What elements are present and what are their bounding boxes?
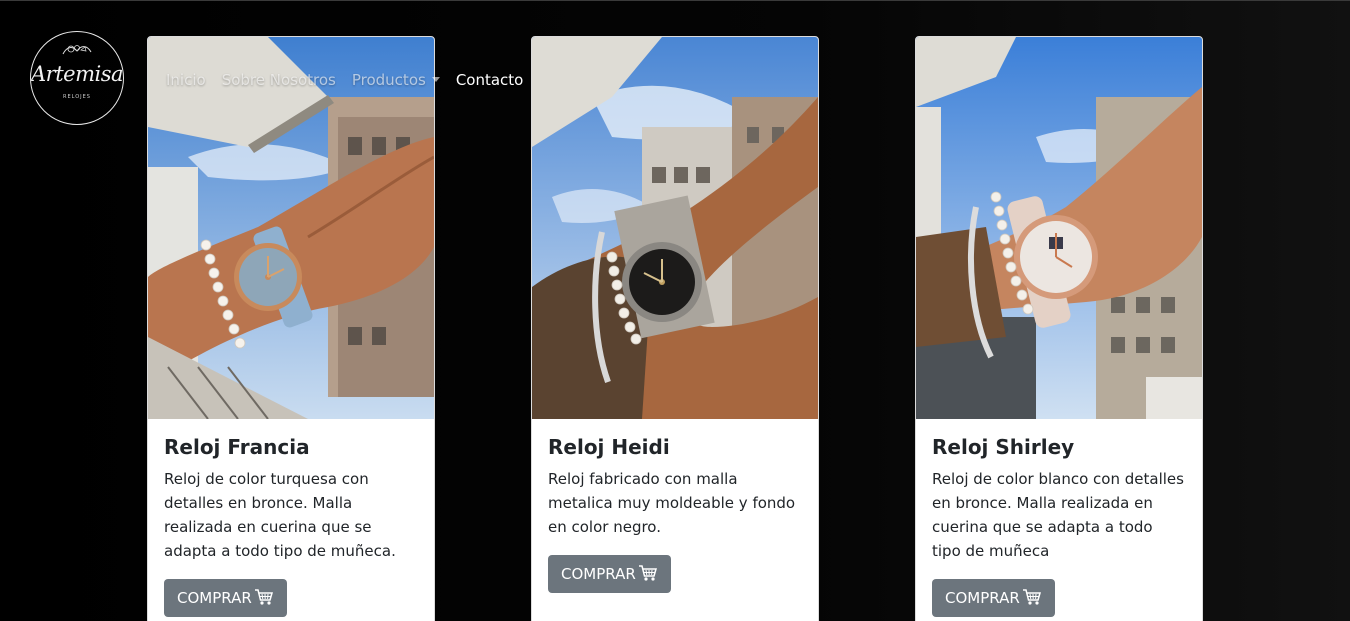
product-card: Reloj Shirley Reloj de color blanco con … [915, 36, 1203, 621]
nav-link-inicio[interactable]: Inicio [158, 71, 214, 89]
buy-button-label: COMPRAR [561, 565, 636, 583]
nav-link-contacto[interactable]: Contacto [448, 71, 532, 89]
product-description: Reloj fabricado con malla metalica muy m… [548, 470, 796, 536]
caret-down-icon [431, 77, 440, 82]
cart-icon [254, 589, 273, 605]
buy-button-label: COMPRAR [945, 589, 1020, 607]
product-image [148, 37, 434, 419]
brand-name: Artemisa [31, 62, 123, 86]
product-image [532, 37, 818, 419]
nav-dropdown-productos[interactable]: Productos [344, 71, 448, 89]
product-title: Reloj Heidi [548, 435, 670, 459]
product-description: Reloj de color turquesa con detalles en … [164, 470, 396, 560]
product-description: Reloj de color blanco con detalles en br… [932, 470, 1184, 560]
product-title: Reloj Francia [164, 435, 310, 459]
product-card: Reloj Francia Reloj de color turquesa co… [147, 36, 435, 621]
buy-button[interactable]: COMPRAR [548, 555, 671, 593]
cart-icon [638, 565, 657, 581]
product-title: Reloj Shirley [932, 435, 1075, 459]
buy-button[interactable]: COMPRAR [164, 579, 287, 617]
main-nav: Inicio Sobre Nosotros Productos Contacto [158, 68, 531, 92]
buy-button-label: COMPRAR [177, 589, 252, 607]
product-image [916, 37, 1202, 419]
flower-icon [62, 45, 92, 55]
cart-icon [1022, 589, 1041, 605]
brand-subtitle: RELOJES [63, 94, 91, 100]
buy-button[interactable]: COMPRAR [932, 579, 1055, 617]
product-card: Reloj Heidi Reloj fabricado con malla me… [531, 36, 819, 621]
nav-link-productos-label: Productos [351, 71, 426, 89]
top-border [0, 0, 1350, 1]
nav-link-sobre-nosotros[interactable]: Sobre Nosotros [214, 71, 344, 89]
brand-logo[interactable]: Artemisa RELOJES [30, 31, 124, 125]
